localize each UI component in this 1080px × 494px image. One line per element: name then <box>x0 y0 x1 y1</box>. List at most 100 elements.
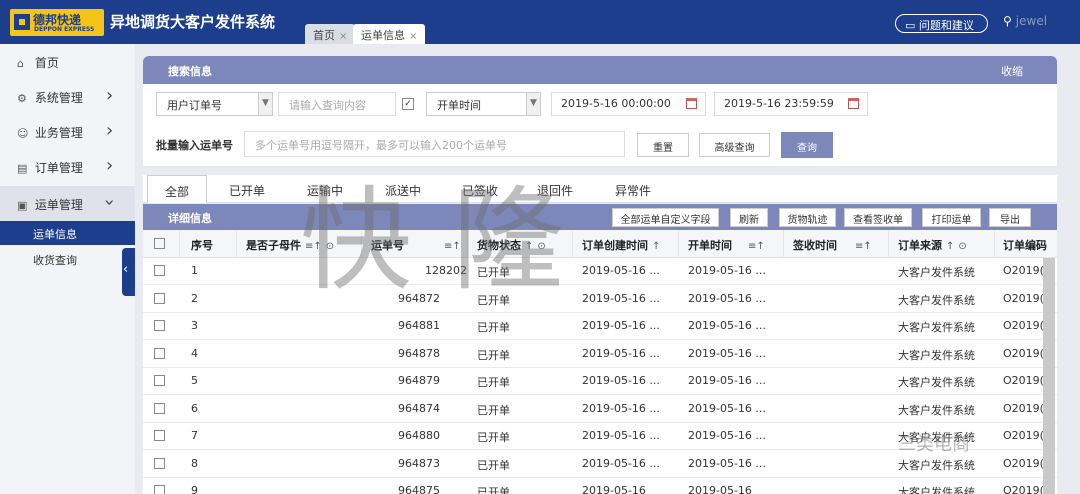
cell-opened: 2019-05-16 ... <box>688 374 766 387</box>
query-button[interactable]: 查询 <box>781 132 833 158</box>
table-row[interactable]: 3 964881 已开单 2019-05-16 ... 2019-05-16 .… <box>143 313 1057 340</box>
tab-all[interactable]: 全部 <box>147 175 207 203</box>
time-type-select[interactable]: 开单时间 ▼ <box>426 92 541 116</box>
cell-waybill: 964878 <box>398 347 440 360</box>
sidebar-subitem-receipt-query[interactable]: 收货查询 <box>0 247 135 271</box>
cell-seq: 9 <box>191 484 198 494</box>
close-icon[interactable]: × <box>409 31 417 42</box>
table-row[interactable]: 4 964878 已开单 2019-05-16 ... 2019-05-16 .… <box>143 341 1057 368</box>
table-row[interactable]: 6 964874 已开单 2019-05-16 ... 2019-05-16 .… <box>143 396 1057 423</box>
calendar-icon[interactable] <box>686 98 697 109</box>
cell-seq: 4 <box>191 347 198 360</box>
reset-button[interactable]: 重置 <box>637 133 689 157</box>
sidebar-item-orders[interactable]: ▤ 订单管理 › <box>0 149 135 184</box>
watermark-text: 快隆 <box>300 176 604 306</box>
row-checkbox[interactable] <box>154 403 165 414</box>
gear-icon: ⚙ <box>17 92 27 105</box>
chevron-right-icon: › <box>106 155 114 176</box>
cell-code: O2019( <box>1003 292 1044 305</box>
logo-mark-icon <box>14 14 30 30</box>
cell-waybill: 964879 <box>398 374 440 387</box>
export-button[interactable]: 导出 <box>989 208 1031 227</box>
tab-opened[interactable]: 已开单 <box>217 175 277 203</box>
sidebar-item-business[interactable]: ☺ 业务管理 › <box>0 114 135 149</box>
filter-icon[interactable]: ⊙ <box>958 241 966 252</box>
cell-opened: 2019-05-16 ... <box>688 402 766 415</box>
chevron-right-icon: › <box>106 120 114 141</box>
col-seq: 序号 <box>191 239 213 252</box>
cell-waybill: 964881 <box>398 319 440 332</box>
cell-code: O2019( <box>1003 402 1044 415</box>
select-all-checkbox[interactable] <box>154 238 165 249</box>
cell-seq: 7 <box>191 429 198 442</box>
start-time-input[interactable]: 2019-5-16 00:00:00 <box>551 92 706 116</box>
row-checkbox[interactable] <box>154 320 165 331</box>
user-name: jewel <box>1015 14 1048 28</box>
search-panel-header: 搜索信息 收缩 <box>143 56 1057 84</box>
cell-source: 大客户发件系统 <box>898 266 975 279</box>
app-title: 异地调货大客户发件系统 <box>110 13 276 31</box>
sidebar-collapse-handle[interactable]: ‹ <box>122 248 135 296</box>
col-source[interactable]: 订单来源 ↑ ⊙ <box>898 237 967 253</box>
sort-icon[interactable]: ≡↑ <box>855 241 872 252</box>
sort-icon[interactable]: ↑ <box>652 241 660 252</box>
tab-home[interactable]: 首页 × <box>305 24 356 44</box>
table-row[interactable]: 9 964875 已开单 2019-05-16 2019-05-16 大客户发件… <box>143 478 1057 494</box>
cell-created: 2019-05-16 ... <box>582 374 660 387</box>
cell-seq: 1 <box>191 264 198 277</box>
cell-waybill: 964873 <box>398 457 440 470</box>
sidebar: ⌂ 首页 ⚙ 系统管理 › ☺ 业务管理 › ▤ 订单管理 › ▣ 运单管理 ›… <box>0 44 135 494</box>
collapse-link[interactable]: 收缩 <box>1001 63 1023 79</box>
cell-seq: 8 <box>191 457 198 470</box>
row-checkbox[interactable] <box>154 485 165 494</box>
deppon-logo[interactable]: 德邦快递 DEPPON EXPRESS <box>10 9 104 36</box>
cell-source: 大客户发件系统 <box>898 321 975 334</box>
cell-seq: 2 <box>191 292 198 305</box>
table-row[interactable]: 5 964879 已开单 2019-05-16 ... 2019-05-16 .… <box>143 368 1057 395</box>
row-checkbox[interactable] <box>154 293 165 304</box>
tab-waybill-info[interactable]: 运单信息 × <box>353 24 426 44</box>
custom-fields-button[interactable]: 全部运单自定义字段 <box>612 208 719 227</box>
sidebar-item-home[interactable]: ⌂ 首页 <box>0 44 135 79</box>
sidebar-item-system[interactable]: ⚙ 系统管理 › <box>0 79 135 114</box>
calendar-icon[interactable] <box>848 98 859 109</box>
time-filter-checkbox[interactable]: ✓ <box>402 98 414 110</box>
tab-waybill-info-label: 运单信息 <box>361 29 405 42</box>
search-panel-title: 搜索信息 <box>168 65 212 78</box>
row-checkbox[interactable] <box>154 458 165 469</box>
start-time-value: 2019-5-16 00:00:00 <box>561 97 671 110</box>
user-menu[interactable]: ⚲ jewel <box>1003 14 1047 28</box>
query-input[interactable]: 请输入查询内容 <box>278 92 396 116</box>
col-opened[interactable]: 开单时间 ≡↑ <box>688 237 765 253</box>
end-time-input[interactable]: 2019-5-16 23:59:59 <box>714 92 868 116</box>
order-type-select[interactable]: 用户订单号 ▼ <box>156 92 273 116</box>
time-type-value: 开单时间 <box>437 99 481 112</box>
refresh-button[interactable]: 刷新 <box>730 208 768 227</box>
col-signed[interactable]: 签收时间 ≡↑ <box>793 237 872 253</box>
close-icon[interactable]: × <box>339 31 347 42</box>
sidebar-item-waybill[interactable]: ▣ 运单管理 › <box>0 186 135 221</box>
feedback-button[interactable]: ▭ 问题和建议 <box>895 14 988 33</box>
sort-icon[interactable]: ≡↑ <box>748 241 765 252</box>
cell-code: O2019( <box>1003 374 1044 387</box>
divider <box>179 230 180 258</box>
cell-source: 大客户发件系统 <box>898 404 975 417</box>
top-bar: 德邦快递 DEPPON EXPRESS 异地调货大客户发件系统 首页 × 运单信息… <box>0 0 1080 44</box>
cargo-track-button[interactable]: 货物轨迹 <box>779 208 836 227</box>
home-icon: ⌂ <box>17 57 24 70</box>
cell-created: 2019-05-16 ... <box>582 402 660 415</box>
row-checkbox[interactable] <box>154 375 165 386</box>
cell-seq: 3 <box>191 319 198 332</box>
row-checkbox[interactable] <box>154 348 165 359</box>
advanced-query-button[interactable]: 高级查询 <box>699 133 770 157</box>
table-scrollbar[interactable] <box>1043 258 1055 494</box>
row-checkbox[interactable] <box>154 430 165 441</box>
print-waybill-button[interactable]: 打印运单 <box>922 208 981 227</box>
watermark-caption: 三类电商 <box>898 434 970 455</box>
sidebar-subitem-waybill-info[interactable]: 运单信息 <box>0 221 135 245</box>
row-checkbox[interactable] <box>154 265 165 276</box>
view-receipt-button[interactable]: 查看签收单 <box>844 208 912 227</box>
sort-icon[interactable]: ↑ <box>946 241 954 252</box>
cell-created: 2019-05-16 ... <box>582 457 660 470</box>
tab-exception[interactable]: 异常件 <box>601 175 665 203</box>
